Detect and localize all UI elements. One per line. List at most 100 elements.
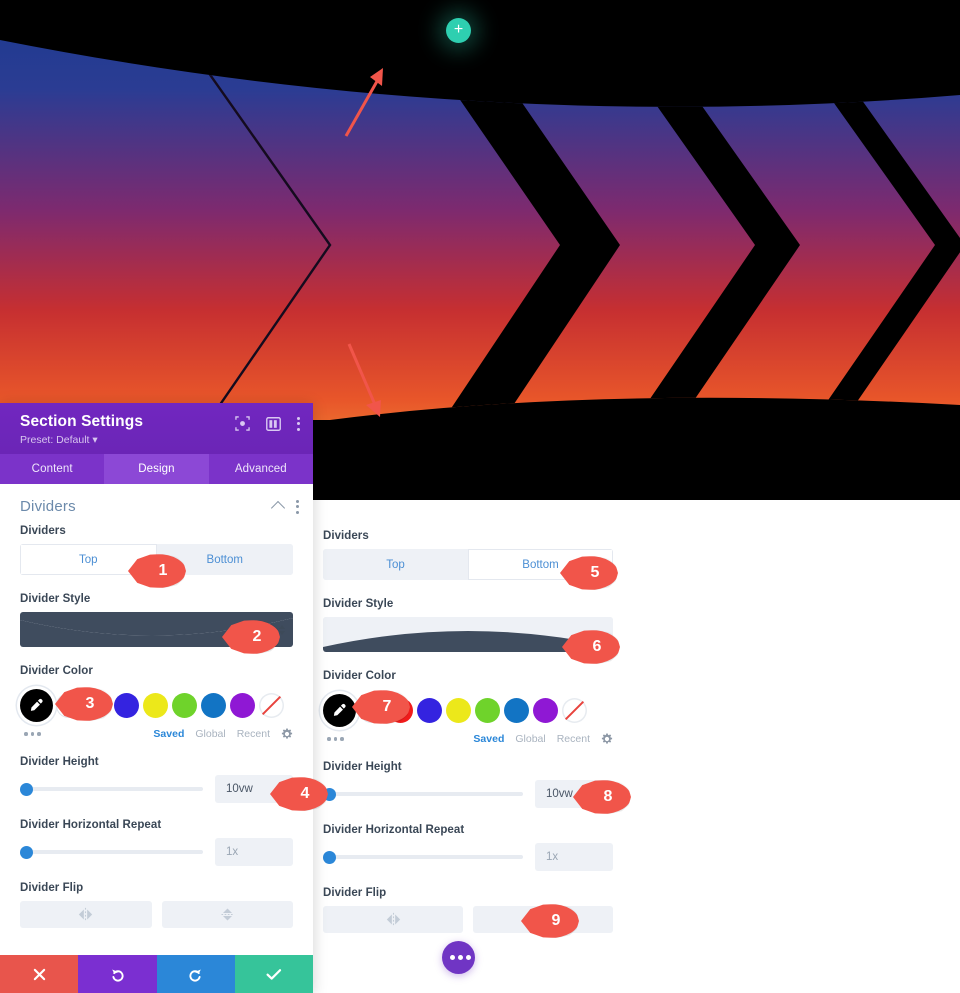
divider-style-stepper[interactable] (279, 624, 285, 635)
left-color-tabs[interactable]: Saved Global Recent (153, 728, 293, 740)
section-more-vertical-icon[interactable] (296, 499, 299, 514)
right-color-meta: Saved Global Recent (323, 731, 613, 745)
left-divider-color-field: Divider Color Saved Global Recent (0, 665, 313, 740)
secondary-settings-column: Dividers Top Bottom Divider Style Divide… (313, 500, 960, 993)
right-swatch-blue[interactable] (417, 697, 442, 723)
field-label-dividers: Dividers (20, 525, 66, 537)
undo-icon (112, 968, 124, 982)
right-swatch-yellow[interactable] (446, 697, 471, 723)
left-gear-icon[interactable] (281, 728, 293, 740)
panel-preset-selector[interactable]: Preset: Default ▾ (20, 434, 299, 447)
add-section-button[interactable]: + (446, 18, 471, 43)
field-label-divider-repeat: Divider Horizontal Repeat (20, 819, 162, 831)
section-title-dividers: Dividers (20, 498, 76, 515)
undo-button[interactable] (78, 955, 157, 993)
section-settings-panel: Section Settings Preset: Default ▾ Conte… (0, 403, 313, 993)
redo-button[interactable] (156, 955, 235, 993)
left-divider-height-field: Divider Height 10vw (0, 756, 313, 803)
right-color-tabs[interactable]: Saved Global Recent (473, 733, 613, 745)
left-swatch-green[interactable] (172, 692, 197, 718)
more-horizontal-icon (446, 955, 471, 960)
tab-design[interactable]: Design (104, 454, 209, 484)
right-height-slider-track (323, 792, 523, 796)
right-divider-repeat-field: Divider Horizontal Repeat 1x (323, 824, 613, 871)
left-divider-height-slider[interactable] (20, 782, 203, 796)
cancel-button[interactable] (0, 955, 79, 993)
field-label-divider-color: Divider Color (20, 665, 93, 677)
more-options-fab[interactable] (442, 941, 475, 974)
field-label-divider-flip: Divider Flip (20, 882, 84, 894)
field-label-divider-style: Divider Style (323, 598, 394, 610)
flip-vertical-icon (221, 908, 234, 921)
left-swatch-blue[interactable] (114, 692, 139, 718)
right-swatch-none[interactable] (562, 697, 587, 723)
right-divider-height-slider[interactable] (323, 787, 523, 801)
field-label-divider-height: Divider Height (323, 761, 402, 773)
focus-icon[interactable] (235, 416, 250, 431)
redo-icon (189, 968, 201, 982)
eyedropper-icon (333, 703, 346, 716)
left-divider-repeat-value[interactable]: 1x (215, 838, 293, 866)
right-color-tab-recent[interactable]: Recent (557, 733, 590, 745)
right-divider-repeat-slider[interactable] (323, 850, 523, 864)
right-repeat-slider-track (323, 855, 523, 859)
left-color-tab-saved[interactable]: Saved (153, 728, 184, 740)
right-toggle-top[interactable]: Top (323, 549, 468, 580)
panel-footer-actions (0, 955, 313, 993)
right-color-tab-global[interactable]: Global (515, 733, 545, 745)
left-divider-flip-field: Divider Flip (0, 882, 313, 928)
field-label-divider-style: Divider Style (20, 593, 91, 605)
field-label-divider-repeat: Divider Horizontal Repeat (323, 824, 465, 836)
field-label-divider-color: Divider Color (323, 670, 396, 682)
field-label-divider-flip: Divider Flip (323, 887, 387, 899)
left-repeat-slider-track (20, 850, 203, 854)
chevron-down-icon: ▾ (92, 434, 98, 446)
left-swatch-purple[interactable] (230, 692, 255, 718)
right-swatch-darkblue[interactable] (504, 697, 529, 723)
right-eyedropper-button[interactable] (323, 693, 356, 727)
right-divider-repeat-value[interactable]: 1x (535, 843, 613, 871)
right-swatch-green[interactable] (475, 697, 500, 723)
stepper-down-icon (279, 630, 285, 635)
left-more-horizontal-icon[interactable] (20, 732, 41, 736)
right-flip-horizontal-button[interactable] (323, 906, 463, 933)
chevron-up-icon[interactable] (270, 500, 286, 516)
panel-header: Section Settings Preset: Default ▾ (0, 403, 313, 454)
left-swatch-none[interactable] (259, 692, 284, 718)
right-color-tab-saved[interactable]: Saved (473, 733, 504, 745)
left-color-tab-global[interactable]: Global (195, 728, 225, 740)
field-label-divider-height: Divider Height (20, 756, 99, 768)
left-flip-horizontal-button[interactable] (20, 901, 152, 928)
left-color-tab-recent[interactable]: Recent (237, 728, 270, 740)
stepper-up-icon (279, 624, 285, 629)
right-repeat-slider-knob[interactable] (323, 850, 336, 864)
check-icon (266, 968, 282, 980)
field-label-dividers: Dividers (323, 530, 369, 542)
layout-icon[interactable] (266, 416, 281, 431)
close-icon (33, 968, 45, 980)
eyedropper-icon (30, 698, 43, 711)
right-divider-height-field: Divider Height 10vw (323, 761, 613, 808)
right-gear-icon[interactable] (601, 733, 613, 745)
flip-horizontal-icon (386, 912, 400, 927)
tab-content[interactable]: Content (0, 454, 104, 484)
dividers-section-header: Dividers (0, 484, 313, 525)
flip-horizontal-icon (79, 907, 93, 922)
left-swatch-darkblue[interactable] (201, 692, 226, 718)
right-swatch-purple[interactable] (533, 697, 558, 723)
more-vertical-icon[interactable] (297, 416, 300, 431)
left-eyedropper-button[interactable] (20, 688, 53, 722)
panel-tabs[interactable]: Content Design Advanced (0, 454, 313, 484)
left-repeat-slider-knob[interactable] (20, 845, 33, 859)
left-color-meta: Saved Global Recent (20, 726, 293, 740)
tab-advanced[interactable]: Advanced (209, 454, 313, 484)
left-divider-repeat-field: Divider Horizontal Repeat 1x (0, 819, 313, 866)
left-height-slider-knob[interactable] (20, 782, 33, 796)
save-button[interactable] (234, 955, 313, 993)
plus-icon: + (453, 20, 464, 38)
right-more-horizontal-icon[interactable] (323, 737, 344, 741)
left-swatch-yellow[interactable] (143, 692, 168, 718)
panel-preset-label: Preset: Default (20, 434, 90, 446)
left-flip-vertical-button[interactable] (161, 901, 293, 928)
left-divider-repeat-slider[interactable] (20, 845, 203, 859)
